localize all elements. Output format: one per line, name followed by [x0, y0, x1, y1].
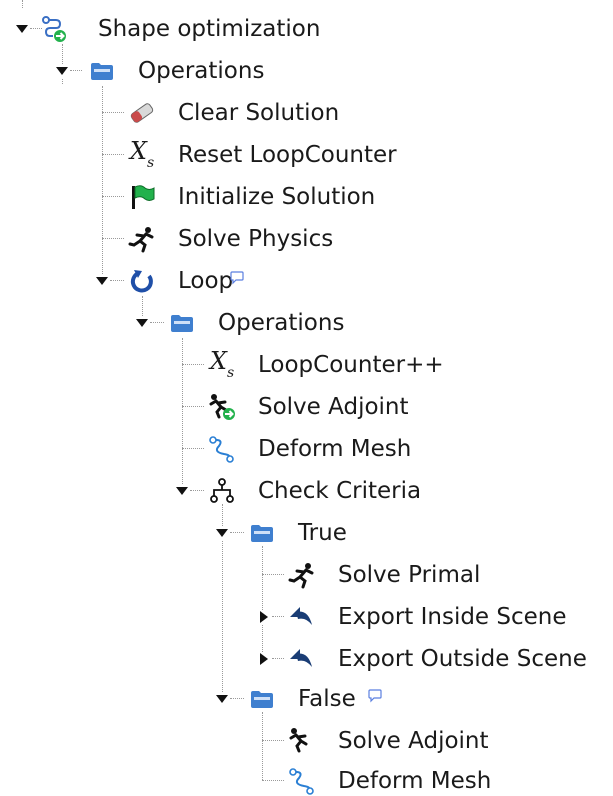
node-label: Deform Mesh: [338, 768, 492, 794]
node-label: Export Outside Scene: [338, 646, 587, 672]
node-label: Export Inside Scene: [338, 604, 567, 630]
comment-bubble-icon[interactable]: [368, 688, 382, 703]
loop-arrow-icon: [128, 267, 156, 295]
tree-node-export-inside-scene[interactable]: Export Inside Scene: [0, 602, 600, 632]
running-person-icon: [288, 561, 316, 589]
tree-node-solve-primal[interactable]: Solve Primal: [0, 560, 500, 590]
tree-node-false-deform-mesh[interactable]: Deform Mesh: [0, 766, 520, 796]
expand-toggle[interactable]: [95, 274, 109, 288]
expand-toggle[interactable]: [175, 484, 189, 498]
node-label: True: [298, 520, 347, 546]
tree-node-deform-mesh[interactable]: Deform Mesh: [0, 434, 460, 464]
green-flag-icon: [128, 183, 156, 211]
folder-icon: [248, 685, 276, 713]
adjoint-runner-icon: [208, 393, 236, 421]
tree-node-operations[interactable]: Operations: [0, 56, 300, 86]
node-label: Loop: [178, 268, 234, 294]
tree-node-shape-optimization[interactable]: Shape optimization: [0, 14, 360, 44]
folder-icon: [168, 309, 196, 337]
node-label: Reset LoopCounter: [178, 142, 397, 168]
tree-node-solve-adjoint[interactable]: Solve Adjoint: [0, 392, 460, 422]
deform-mesh-icon: [208, 435, 236, 463]
expand-toggle[interactable]: [135, 316, 149, 330]
running-person-icon: [128, 225, 156, 253]
node-label: False: [298, 686, 356, 712]
folder-icon: [88, 57, 116, 85]
branch-criteria-icon: [208, 477, 236, 505]
tree-node-check-criteria[interactable]: Check Criteria: [0, 476, 460, 506]
node-label: Operations: [138, 58, 265, 84]
workflow-icon: [40, 15, 68, 43]
node-label: Initialize Solution: [178, 184, 376, 210]
expand-toggle[interactable]: [215, 692, 229, 706]
tree-node-reset-loopcounter[interactable]: Xs Reset LoopCounter: [0, 139, 440, 172]
variable-xs-icon: Xs: [128, 139, 156, 172]
export-arrow-icon: [288, 645, 316, 673]
variable-subscript: s: [146, 155, 155, 172]
node-label: Clear Solution: [178, 100, 340, 126]
folder-icon: [248, 519, 276, 547]
tree-node-initialize-solution[interactable]: Initialize Solution: [0, 182, 420, 212]
tree-node-loop-operations[interactable]: Operations: [0, 308, 380, 338]
node-label: Operations: [218, 310, 345, 336]
deform-mesh-icon: [288, 767, 316, 795]
export-arrow-icon: [288, 603, 316, 631]
workflow-tree: Shape optimization Operations Clear Solu…: [0, 0, 613, 796]
variable-symbol: X: [129, 136, 147, 165]
node-label: LoopCounter++: [258, 352, 444, 378]
tree-node-false-branch[interactable]: False: [0, 684, 400, 714]
eraser-icon: [128, 99, 156, 127]
tree-node-true-branch[interactable]: True: [0, 518, 380, 548]
tree-node-solve-physics[interactable]: Solve Physics: [0, 224, 370, 254]
expand-toggle[interactable]: [15, 22, 29, 36]
tree-node-clear-solution[interactable]: Clear Solution: [0, 98, 380, 128]
adjoint-runner-icon: [288, 727, 316, 755]
expand-toggle[interactable]: [257, 652, 271, 666]
node-label: Check Criteria: [258, 478, 422, 504]
tree-node-false-solve-adjoint[interactable]: Solve Adjoint: [0, 726, 520, 756]
variable-xs-icon: Xs: [208, 349, 236, 382]
node-label: Shape optimization: [98, 16, 321, 42]
tree-node-export-outside-scene[interactable]: Export Outside Scene: [0, 644, 613, 674]
variable-subscript: s: [226, 365, 235, 382]
node-label: Deform Mesh: [258, 436, 412, 462]
expand-toggle[interactable]: [55, 64, 69, 78]
expand-toggle[interactable]: [257, 610, 271, 624]
variable-symbol: X: [209, 346, 227, 375]
node-label: Solve Adjoint: [338, 728, 489, 754]
tree-node-loop[interactable]: Loop: [0, 266, 300, 296]
node-label: Solve Physics: [178, 226, 334, 252]
node-label: Solve Adjoint: [258, 394, 409, 420]
expand-toggle[interactable]: [215, 526, 229, 540]
node-label: Solve Primal: [338, 562, 481, 588]
comment-bubble-icon[interactable]: [230, 270, 244, 285]
tree-node-loopcounter-increment[interactable]: Xs LoopCounter++: [0, 349, 480, 382]
